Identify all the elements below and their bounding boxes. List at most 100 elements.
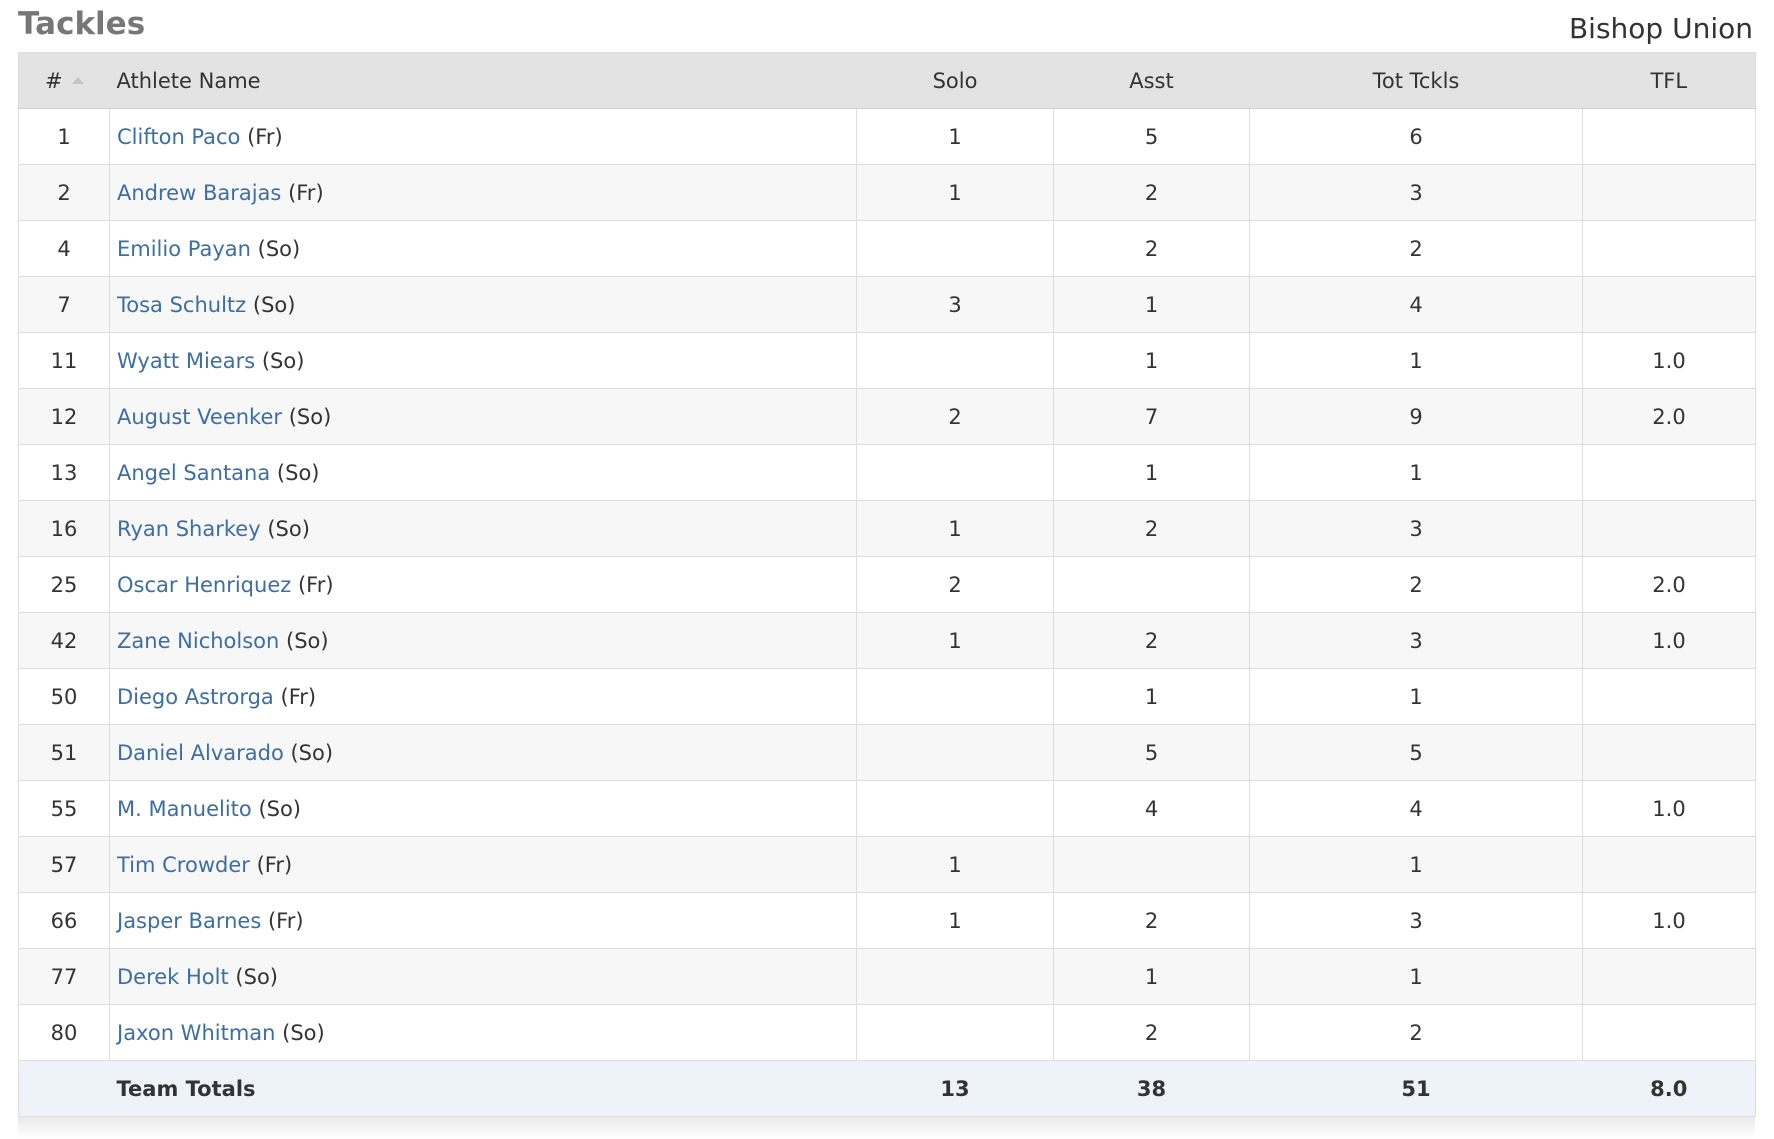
jersey-number: 57 [18,836,110,893]
team-totals-row: Team Totals 13 38 51 8.0 [18,1060,1756,1117]
athlete-name-link[interactable]: Ryan Sharkey [117,517,261,541]
jersey-number: 66 [18,892,110,949]
asst-value: 1 [1053,948,1250,1005]
tfl-value: 1.0 [1582,780,1756,837]
athlete-name-link[interactable]: Jasper Barnes [117,909,261,933]
column-header-number[interactable]: # [18,52,110,109]
athlete-class: (Fr) [256,852,293,877]
solo-value: 2 [856,388,1054,445]
tot-tckls-value: 3 [1249,892,1583,949]
asst-value: 2 [1053,612,1250,669]
tot-tckls-value: 6 [1249,108,1583,165]
athlete-cell: Jaxon Whitman (So) [109,1004,857,1061]
tfl-value [1582,836,1756,893]
athlete-name-link[interactable]: Angel Santana [117,461,270,485]
athlete-cell: M. Manuelito (So) [109,780,857,837]
athlete-cell: Diego Astrorga (Fr) [109,668,857,725]
tot-tckls-value: 3 [1249,500,1583,557]
tfl-value: 1.0 [1582,892,1756,949]
athlete-name-link[interactable]: Andrew Barajas [117,181,281,205]
column-header-solo[interactable]: Solo [856,52,1054,109]
table-row: 12 August Veenker (So) 2 7 9 2.0 [18,388,1756,445]
table-row: 4 Emilio Payan (So) 2 2 [18,220,1756,277]
athlete-name-link[interactable]: Oscar Henriquez [117,573,291,597]
table-row: 25 Oscar Henriquez (Fr) 2 2 2.0 [18,556,1756,613]
athlete-cell: Ryan Sharkey (So) [109,500,857,557]
tackles-table: # Athlete Name Solo Asst Tot Tckls TFL 1… [18,52,1756,1117]
athlete-cell: Oscar Henriquez (Fr) [109,556,857,613]
tot-tckls-value: 1 [1249,332,1583,389]
athlete-name-link[interactable]: Tosa Schultz [117,293,246,317]
athlete-class: (So) [267,516,310,541]
athlete-cell: Daniel Alvarado (So) [109,724,857,781]
solo-value: 1 [856,108,1054,165]
athlete-name-link[interactable]: Clifton Paco [117,125,240,149]
table-row: 2 Andrew Barajas (Fr) 1 2 3 [18,164,1756,221]
athlete-name-link[interactable]: Tim Crowder [117,853,250,877]
athlete-name-link[interactable]: M. Manuelito [117,797,252,821]
section-title: Tackles [18,6,146,42]
jersey-number: 16 [18,500,110,557]
table-row: 50 Diego Astrorga (Fr) 1 1 [18,668,1756,725]
tfl-value [1582,1004,1756,1061]
column-header-tot-tckls[interactable]: Tot Tckls [1249,52,1583,109]
athlete-class: (So) [276,460,320,485]
jersey-number: 13 [18,444,110,501]
athlete-name-link[interactable]: Zane Nicholson [117,629,279,653]
athlete-class: (So) [290,740,334,765]
column-header-tfl[interactable]: TFL [1582,52,1756,109]
jersey-number: 51 [18,724,110,781]
tot-tckls-value: 4 [1249,276,1583,333]
athlete-cell: August Veenker (So) [109,388,857,445]
athlete-class: (Fr) [297,572,334,597]
totals-label: Team Totals [109,1060,857,1117]
athlete-name-link[interactable]: Derek Holt [117,965,229,989]
asst-value: 7 [1053,388,1250,445]
athlete-class: (So) [261,348,305,373]
athlete-cell: Andrew Barajas (Fr) [109,164,857,221]
tot-tckls-value: 1 [1249,444,1583,501]
table-row: 7 Tosa Schultz (So) 3 1 4 [18,276,1756,333]
solo-value [856,444,1054,501]
table-row: 80 Jaxon Whitman (So) 2 2 [18,1004,1756,1061]
section-header: Tackles Bishop Union [18,0,1755,52]
asst-value: 2 [1053,500,1250,557]
athlete-cell: Tim Crowder (Fr) [109,836,857,893]
athlete-class: (Fr) [247,124,283,149]
solo-value [856,724,1054,781]
solo-value [856,948,1054,1005]
athlete-name-link[interactable]: Diego Astrorga [117,685,274,709]
athlete-class: (Fr) [267,908,304,933]
tot-tckls-value: 3 [1249,612,1583,669]
tackles-section: Tackles Bishop Union # Athlete Name Solo… [18,0,1756,1139]
athlete-name-link[interactable]: Emilio Payan [117,237,251,261]
tot-tckls-value: 3 [1249,164,1583,221]
table-row: 42 Zane Nicholson (So) 1 2 3 1.0 [18,612,1756,669]
athlete-name-link[interactable]: Jaxon Whitman [117,1021,275,1045]
solo-value: 1 [856,892,1054,949]
athlete-class: (So) [257,236,301,261]
tfl-value: 2.0 [1582,556,1756,613]
jersey-number: 50 [18,668,110,725]
asst-value: 2 [1053,164,1250,221]
athlete-class: (So) [252,292,296,317]
solo-value [856,1004,1054,1061]
athlete-class: (So) [282,1020,325,1045]
tfl-value [1582,108,1756,165]
athlete-name-link[interactable]: Wyatt Miears [117,349,255,373]
solo-value: 1 [856,500,1054,557]
athlete-class: (So) [258,796,302,821]
tot-tckls-value: 1 [1249,948,1583,1005]
athlete-cell: Emilio Payan (So) [109,220,857,277]
athlete-name-link[interactable]: August Veenker [117,405,282,429]
jersey-number: 2 [18,164,110,221]
table-row: 77 Derek Holt (So) 1 1 [18,948,1756,1005]
asst-value: 4 [1053,780,1250,837]
athlete-name-link[interactable]: Daniel Alvarado [117,741,284,765]
column-header-asst[interactable]: Asst [1053,52,1250,109]
athlete-class: (So) [286,628,329,653]
column-header-athlete-name[interactable]: Athlete Name [109,52,857,109]
athlete-cell: Derek Holt (So) [109,948,857,1005]
jersey-number: 55 [18,780,110,837]
tot-tckls-value: 2 [1249,1004,1583,1061]
